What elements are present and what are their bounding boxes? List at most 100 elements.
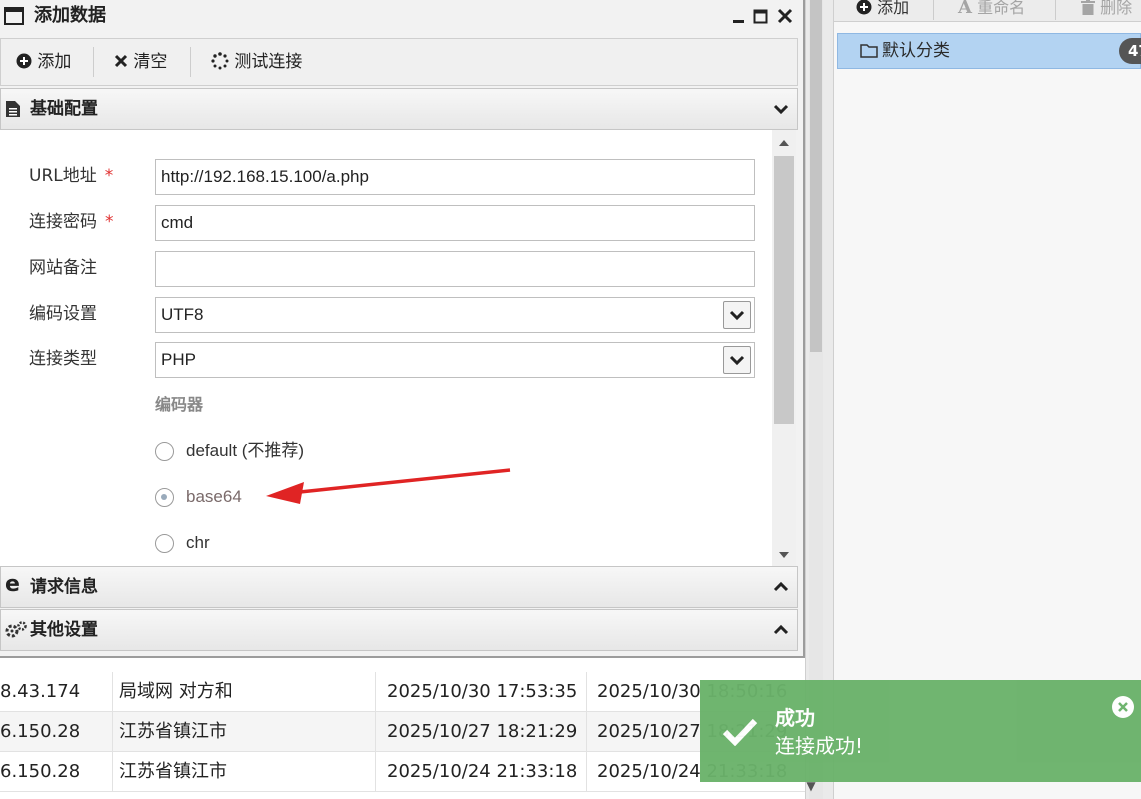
cell-location: 江苏省镇江市 xyxy=(119,761,227,782)
section-request-info-title: 请求信息 xyxy=(30,577,98,597)
column-divider xyxy=(375,712,376,752)
maximize-icon[interactable] xyxy=(752,5,770,27)
required-mark: * xyxy=(105,212,114,232)
font-a-icon: A xyxy=(958,0,972,18)
table-scrollbar-thumb[interactable] xyxy=(810,0,822,352)
section-other-settings-title: 其他设置 xyxy=(30,620,98,640)
column-divider xyxy=(375,672,376,712)
close-icon xyxy=(1118,702,1128,712)
dialog-titlebar[interactable]: 添加数据 xyxy=(0,0,803,34)
clear-button[interactable]: 清空 xyxy=(114,39,167,85)
checkmark-icon xyxy=(722,718,758,746)
cell-location: 江苏省镇江市 xyxy=(119,721,227,742)
cell-created: 2025/10/27 18:21:29 xyxy=(387,721,578,742)
cell-location: 局域网 对方和 xyxy=(119,681,233,702)
section-basic-config-title: 基础配置 xyxy=(30,99,98,119)
encoder-section-title: 编码器 xyxy=(155,395,204,414)
column-divider xyxy=(112,712,113,752)
connection-type-label: 连接类型 xyxy=(29,349,97,369)
connection-type-value: PHP xyxy=(161,350,196,369)
password-input[interactable]: cmd xyxy=(155,205,755,241)
encoding-select-value: UTF8 xyxy=(161,305,204,324)
cell-ip: 8.43.174 xyxy=(0,681,81,702)
toolbar-divider xyxy=(190,47,191,77)
scroll-down-icon[interactable] xyxy=(772,544,796,564)
chevron-up-icon[interactable] xyxy=(773,623,789,637)
window-icon xyxy=(4,7,24,25)
radio-button[interactable] xyxy=(155,534,174,553)
test-connection-button[interactable]: 测试连接 xyxy=(211,39,302,85)
category-item-default[interactable]: 默认分类 47 xyxy=(837,33,1141,69)
column-divider xyxy=(112,752,113,792)
add-button[interactable]: 添加 xyxy=(16,39,71,85)
remark-label: 网站备注 xyxy=(29,258,97,278)
section-request-info-header[interactable]: e 请求信息 xyxy=(0,566,798,608)
toast-close-button[interactable] xyxy=(1112,696,1134,718)
plus-circle-icon xyxy=(16,53,32,69)
category-rename-label: 重命名 xyxy=(977,0,1026,17)
table-row[interactable]: 6.150.28 江苏省镇江市 2025/10/24 21:33:18 2025… xyxy=(0,752,805,792)
url-input[interactable]: http://192.168.15.100/a.php xyxy=(155,159,755,195)
chevron-up-icon[interactable] xyxy=(773,580,789,594)
radio-button-checked[interactable] xyxy=(155,488,174,507)
column-divider xyxy=(586,752,587,792)
dropdown-button[interactable] xyxy=(723,301,751,329)
clear-label: 清空 xyxy=(133,52,168,72)
category-delete-button[interactable]: 删除 xyxy=(1081,0,1132,20)
cell-created: 2025/10/24 21:33:18 xyxy=(387,761,578,782)
category-count-badge: 47 xyxy=(1119,38,1141,64)
ie-icon: e xyxy=(5,572,20,597)
toolbar-divider xyxy=(933,0,934,20)
chevron-down-icon xyxy=(729,355,745,366)
document-icon xyxy=(6,101,20,117)
form-scrollbar-thumb[interactable] xyxy=(774,156,794,424)
close-icon[interactable] xyxy=(776,5,794,27)
success-toast: 成功 连接成功! xyxy=(700,680,1141,782)
chevron-down-icon[interactable] xyxy=(773,102,789,116)
toolbar-divider xyxy=(1055,0,1056,20)
cell-ip: 6.150.28 xyxy=(0,761,81,782)
encoder-option-label: chr xyxy=(186,533,210,552)
column-divider xyxy=(586,672,587,712)
minimize-icon[interactable] xyxy=(730,5,748,27)
annotation-arrow-icon xyxy=(266,468,511,504)
category-add-label: 添加 xyxy=(877,0,910,17)
plus-circle-icon xyxy=(856,0,872,15)
data-table: 8.43.174 局域网 对方和 2025/10/30 17:53:35 202… xyxy=(0,658,805,799)
folder-icon xyxy=(860,44,878,58)
toast-title: 成功 xyxy=(775,706,815,730)
column-divider xyxy=(112,672,113,712)
spinner-icon xyxy=(211,52,229,70)
dropdown-button[interactable] xyxy=(723,346,751,374)
encoder-option-label: base64 xyxy=(186,487,242,506)
remark-input[interactable] xyxy=(155,251,755,287)
test-connection-label: 测试连接 xyxy=(234,52,303,72)
encoding-label: 编码设置 xyxy=(29,304,97,324)
add-data-dialog: 添加数据 添加 清空 测试连接 基础配置 URL地址 * http://192.1… xyxy=(0,0,805,658)
section-basic-config-header[interactable]: 基础配置 xyxy=(0,88,798,130)
category-rename-button[interactable]: A 重命名 xyxy=(958,0,1025,20)
encoding-select[interactable]: UTF8 xyxy=(155,297,755,333)
connection-type-select[interactable]: PHP xyxy=(155,342,755,378)
category-add-button[interactable]: 添加 xyxy=(856,0,909,20)
table-row[interactable]: 6.150.28 江苏省镇江市 2025/10/27 18:21:29 2025… xyxy=(0,712,805,752)
category-toolbar: 添加 A 重命名 删除 xyxy=(834,0,1141,22)
required-mark: * xyxy=(104,166,114,186)
column-divider xyxy=(375,752,376,792)
radio-button[interactable] xyxy=(155,442,174,461)
category-delete-label: 删除 xyxy=(1100,0,1133,17)
x-icon xyxy=(114,54,128,68)
password-label: 连接密码 * xyxy=(29,212,114,232)
cell-created: 2025/10/30 17:53:35 xyxy=(387,681,578,702)
dialog-title: 添加数据 xyxy=(34,5,106,26)
dialog-toolbar: 添加 清空 测试连接 xyxy=(0,38,798,86)
chevron-down-icon xyxy=(729,310,745,321)
url-label: URL地址 * xyxy=(29,166,114,186)
toast-message: 连接成功! xyxy=(775,734,864,758)
category-label: 默认分类 xyxy=(882,41,950,61)
scroll-up-icon[interactable] xyxy=(772,134,796,154)
section-other-settings-header[interactable]: 其他设置 xyxy=(0,609,798,651)
table-row[interactable]: 8.43.174 局域网 对方和 2025/10/30 17:53:35 202… xyxy=(0,672,805,712)
gears-icon xyxy=(5,621,27,638)
form-scrollbar[interactable] xyxy=(772,130,796,566)
